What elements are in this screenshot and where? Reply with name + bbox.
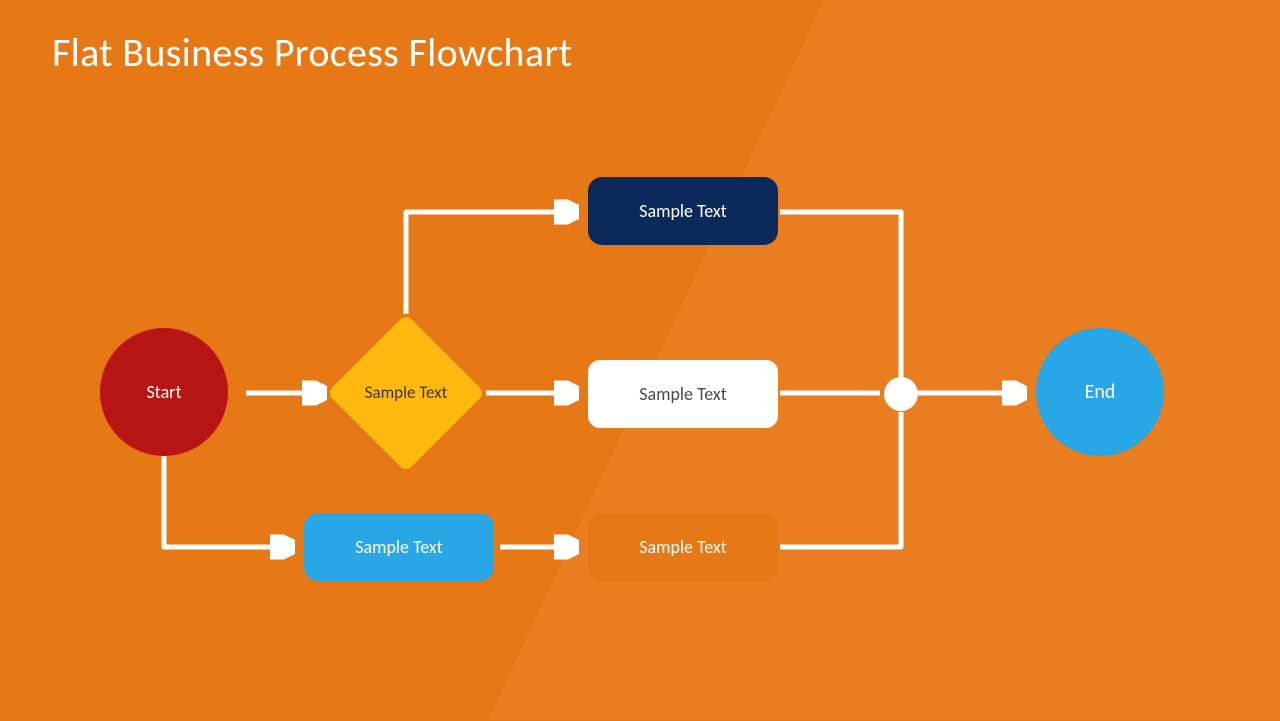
- node-process-bottom-label: Sample Text: [639, 536, 727, 558]
- node-decision: Sample Text: [328, 315, 484, 471]
- node-merge: [884, 377, 918, 411]
- node-process-sky-label: Sample Text: [355, 536, 443, 558]
- node-start: Start: [100, 328, 228, 456]
- page-title: Flat Business Process Flowchart: [52, 28, 572, 77]
- node-process-sky: Sample Text: [304, 513, 494, 581]
- node-process-bottom: Sample Text: [588, 513, 778, 581]
- node-decision-label: Sample Text: [328, 315, 484, 471]
- node-process-mid-label: Sample Text: [639, 383, 727, 405]
- node-end-label: End: [1085, 380, 1116, 404]
- node-process-top: Sample Text: [588, 177, 778, 245]
- node-start-label: Start: [146, 381, 181, 403]
- node-process-top-label: Sample Text: [639, 200, 727, 222]
- node-end: End: [1036, 328, 1164, 456]
- node-process-mid: Sample Text: [588, 360, 778, 428]
